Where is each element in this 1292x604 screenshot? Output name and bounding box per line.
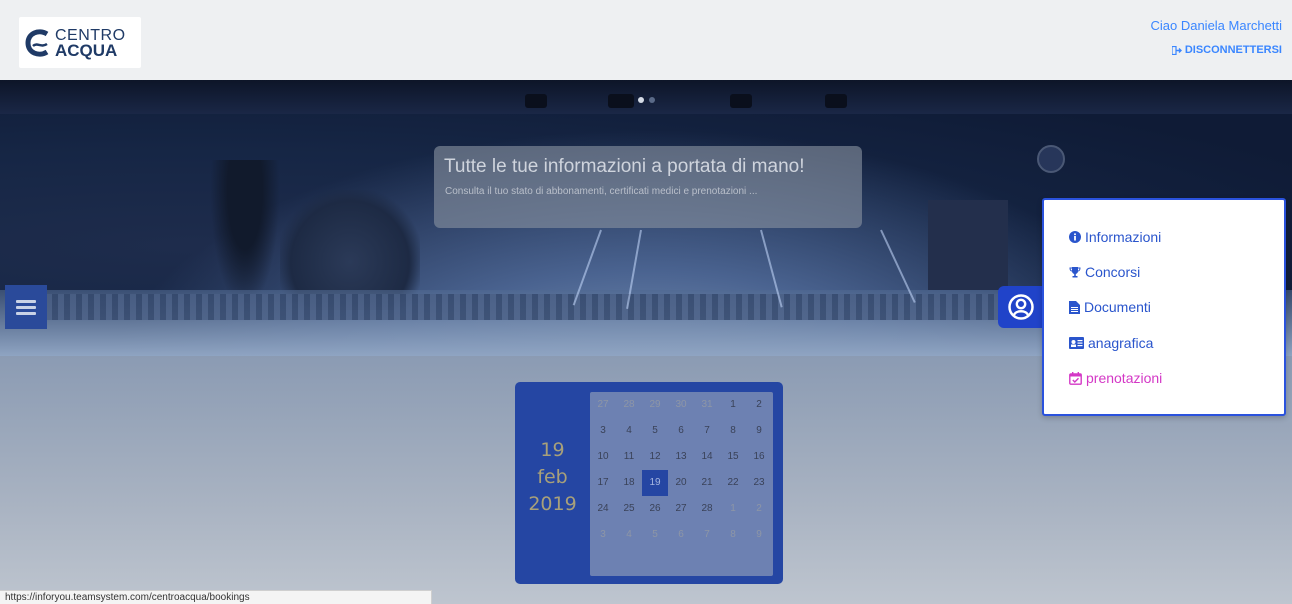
hero-title: Tutte le tue informazioni a portata di m…	[444, 156, 805, 177]
calendar-day[interactable]: 7	[694, 418, 720, 444]
hero-pool-edge	[40, 294, 1050, 320]
hamburger-icon	[16, 297, 36, 318]
calendar-day[interactable]: 6	[668, 418, 694, 444]
calendar-day[interactable]: 24	[590, 496, 616, 522]
wall-clock	[1037, 145, 1065, 173]
calendar-day[interactable]: 5	[642, 522, 668, 548]
sidebar-menu-button[interactable]	[5, 285, 47, 329]
menu-item-documenti[interactable]: Documenti	[1069, 299, 1151, 315]
calendar-day[interactable]: 28	[616, 392, 642, 418]
calendar-day[interactable]: 9	[746, 418, 772, 444]
menu-item-anagrafica[interactable]: anagrafica	[1069, 335, 1153, 351]
hero-hut	[928, 200, 1008, 290]
wave-logo-icon	[25, 28, 49, 57]
calendar-day[interactable]: 9	[746, 522, 772, 548]
calendar-week-row: 24 25 26 27 28 1 2	[590, 496, 773, 522]
calendar-day[interactable]: 28	[694, 496, 720, 522]
hero-caption: Tutte le tue informazioni a portata di m…	[434, 146, 862, 228]
calendar-day[interactable]: 1	[720, 392, 746, 418]
calendar-day[interactable]: 30	[668, 392, 694, 418]
calendar-day[interactable]: 15	[720, 444, 746, 470]
calendar-day[interactable]: 27	[668, 496, 694, 522]
user-circle-icon	[1008, 294, 1034, 320]
ceiling-light	[525, 94, 547, 108]
calendar-check-icon	[1069, 371, 1082, 385]
logout-label: DISCONNETTERSI	[1184, 44, 1282, 56]
calendar-week-row: 17 18 19 20 21 22 23	[590, 470, 773, 496]
calendar-day[interactable]: 21	[694, 470, 720, 496]
menu-item-label: Documenti	[1084, 299, 1151, 315]
date-picker-widget: 19 feb 2019 27 28 29 30 31 1 2 3 4 5 6 7 8 9 10 11 12 13 1…	[515, 382, 783, 584]
calendar-day[interactable]: 4	[616, 418, 642, 444]
calendar-day[interactable]: 3	[590, 418, 616, 444]
calendar-day[interactable]: 14	[694, 444, 720, 470]
carousel-dot-2[interactable]	[649, 97, 655, 103]
calendar-day[interactable]: 6	[668, 522, 694, 548]
calendar-day[interactable]: 3	[590, 522, 616, 548]
calendar-day[interactable]: 8	[720, 418, 746, 444]
calendar-day[interactable]: 23	[746, 470, 772, 496]
carousel-indicators	[638, 97, 655, 103]
calendar-day[interactable]: 29	[642, 392, 668, 418]
menu-item-label: Concorsi	[1085, 264, 1141, 280]
hero-subtitle: Consulta il tuo stato di abbonamenti, ce…	[445, 186, 758, 197]
calendar-grid: 27 28 29 30 31 1 2 3 4 5 6 7 8 9 10 11 12 13 14 15 16 17 18 19 2…	[590, 392, 773, 576]
trophy-icon	[1069, 267, 1081, 278]
selected-date-display: 19 feb 2019	[515, 437, 590, 518]
calendar-day[interactable]: 16	[746, 444, 772, 470]
selected-year: 2019	[528, 493, 577, 515]
calendar-day[interactable]: 7	[694, 522, 720, 548]
calendar-day[interactable]: 27	[590, 392, 616, 418]
menu-item-prenotazioni[interactable]: prenotazioni	[1069, 370, 1162, 386]
selected-month: feb	[537, 466, 568, 488]
logo-text: CENTRO ACQUA	[55, 27, 126, 60]
user-greeting[interactable]: Ciao Daniela Marchetti	[1150, 18, 1282, 33]
calendar-day[interactable]: 4	[616, 522, 642, 548]
selected-day: 19	[540, 439, 565, 461]
calendar-day[interactable]: 11	[616, 444, 642, 470]
id-card-icon	[1069, 337, 1084, 349]
calendar-day[interactable]: 13	[668, 444, 694, 470]
logo-line-2: ACQUA	[55, 40, 118, 60]
calendar-day[interactable]: 20	[668, 470, 694, 496]
menu-item-label: prenotazioni	[1086, 370, 1163, 386]
calendar-day[interactable]: 8	[720, 522, 746, 548]
menu-item-label: Informazioni	[1085, 229, 1162, 245]
ceiling-light	[730, 94, 752, 108]
ceiling-light	[825, 94, 847, 108]
top-header: CENTRO ACQUA Ciao Daniela Marchetti DISC…	[0, 0, 1292, 80]
ceiling-light	[608, 94, 634, 108]
info-circle-icon	[1069, 231, 1081, 243]
logout-button[interactable]: DISCONNETTERSI	[1171, 44, 1282, 56]
calendar-day[interactable]: 2	[746, 392, 772, 418]
calendar-day[interactable]: 5	[642, 418, 668, 444]
calendar-day[interactable]: 12	[642, 444, 668, 470]
user-menu-button[interactable]	[998, 286, 1044, 328]
carousel-dot-1[interactable]	[638, 97, 644, 103]
calendar-week-row: 27 28 29 30 31 1 2	[590, 392, 773, 418]
sign-out-icon	[1171, 45, 1182, 55]
hero-palm	[210, 160, 280, 310]
calendar-day[interactable]: 25	[616, 496, 642, 522]
menu-item-concorsi[interactable]: Concorsi	[1069, 264, 1140, 280]
calendar-day[interactable]: 17	[590, 470, 616, 496]
user-dropdown-menu: Informazioni Concorsi Documenti anagrafi…	[1042, 198, 1286, 416]
browser-status-bar: https://inforyou.teamsystem.com/centroac…	[0, 590, 432, 604]
centro-acqua-logo[interactable]: CENTRO ACQUA	[19, 17, 141, 68]
menu-item-label: anagrafica	[1088, 335, 1154, 351]
calendar-day[interactable]: 1	[720, 496, 746, 522]
calendar-day[interactable]: 10	[590, 444, 616, 470]
document-icon	[1069, 300, 1080, 314]
calendar-day[interactable]: 18	[616, 470, 642, 496]
calendar-week-row: 10 11 12 13 14 15 16	[590, 444, 773, 470]
calendar-week-row: 3456789	[590, 522, 773, 548]
calendar-day-selected[interactable]: 19	[642, 470, 668, 496]
calendar-day[interactable]: 22	[720, 470, 746, 496]
calendar-day[interactable]: 31	[694, 392, 720, 418]
menu-item-informazioni[interactable]: Informazioni	[1069, 229, 1161, 245]
calendar-day[interactable]: 26	[642, 496, 668, 522]
calendar-week-row: 3456789	[590, 418, 773, 444]
calendar-day[interactable]: 2	[746, 496, 772, 522]
